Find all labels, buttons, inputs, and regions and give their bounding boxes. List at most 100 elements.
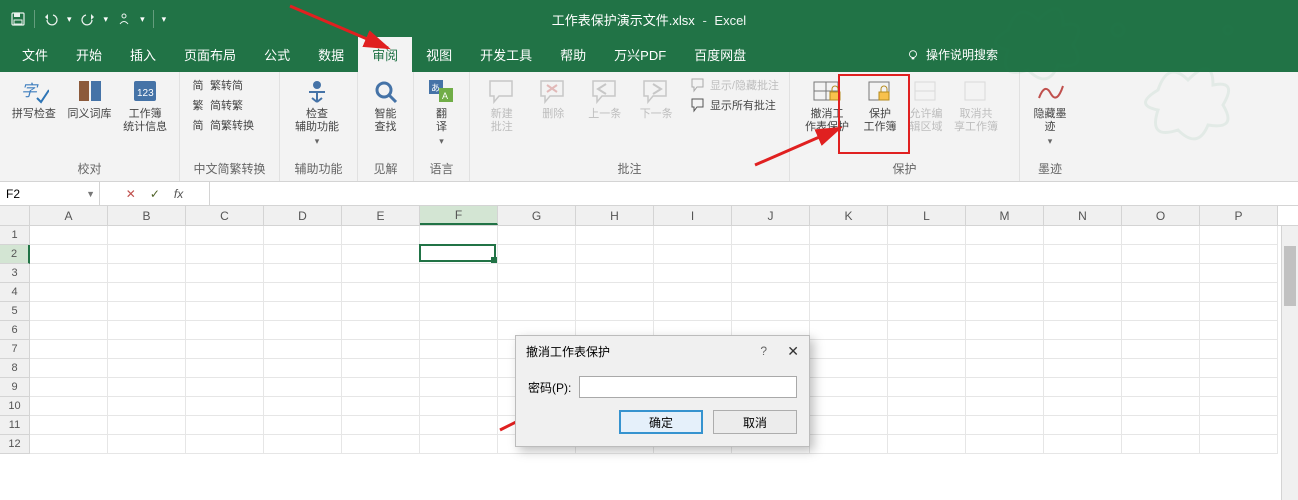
- cell[interactable]: [342, 340, 420, 359]
- cell[interactable]: [1200, 321, 1278, 340]
- cell[interactable]: [1122, 321, 1200, 340]
- cell[interactable]: [108, 340, 186, 359]
- cell[interactable]: [576, 264, 654, 283]
- cell[interactable]: [30, 397, 108, 416]
- undo-icon[interactable]: [43, 11, 59, 27]
- cell[interactable]: [1200, 283, 1278, 302]
- cell[interactable]: [888, 397, 966, 416]
- cell[interactable]: [420, 302, 498, 321]
- row-header[interactable]: 11: [0, 416, 30, 435]
- cell[interactable]: [1122, 245, 1200, 264]
- cell[interactable]: [186, 397, 264, 416]
- cell[interactable]: [576, 302, 654, 321]
- cell[interactable]: [186, 226, 264, 245]
- column-header[interactable]: K: [810, 206, 888, 225]
- cell[interactable]: [732, 226, 810, 245]
- cell[interactable]: [888, 245, 966, 264]
- cell[interactable]: [30, 359, 108, 378]
- cell[interactable]: [576, 283, 654, 302]
- cell[interactable]: [264, 302, 342, 321]
- cell[interactable]: [654, 302, 732, 321]
- cell[interactable]: [498, 245, 576, 264]
- cell[interactable]: [420, 435, 498, 454]
- cell[interactable]: [264, 340, 342, 359]
- cell[interactable]: [1200, 264, 1278, 283]
- cell[interactable]: [1122, 302, 1200, 321]
- touch-mode-icon[interactable]: [116, 11, 132, 27]
- cell[interactable]: [1044, 359, 1122, 378]
- column-header[interactable]: E: [342, 206, 420, 225]
- cell[interactable]: [498, 302, 576, 321]
- cell[interactable]: [1122, 226, 1200, 245]
- cell[interactable]: [810, 416, 888, 435]
- cell[interactable]: [966, 378, 1044, 397]
- cell[interactable]: [342, 283, 420, 302]
- unprotect-sheet-button[interactable]: 撤消工 作表保护: [796, 74, 858, 136]
- cell[interactable]: [420, 359, 498, 378]
- column-header[interactable]: J: [732, 206, 810, 225]
- tab-formulas[interactable]: 公式: [250, 37, 304, 72]
- cell[interactable]: [888, 340, 966, 359]
- cell[interactable]: [1122, 378, 1200, 397]
- name-box[interactable]: F2 ▼: [0, 182, 100, 205]
- cell[interactable]: [1200, 340, 1278, 359]
- cell[interactable]: [342, 264, 420, 283]
- cell[interactable]: [810, 283, 888, 302]
- cell[interactable]: [30, 378, 108, 397]
- cell[interactable]: [30, 283, 108, 302]
- cell[interactable]: [654, 245, 732, 264]
- cell[interactable]: [1200, 302, 1278, 321]
- row-header[interactable]: 5: [0, 302, 30, 321]
- cell[interactable]: [186, 245, 264, 264]
- tab-wxpdf[interactable]: 万兴PDF: [600, 37, 680, 72]
- tab-view[interactable]: 视图: [412, 37, 466, 72]
- cell[interactable]: [732, 245, 810, 264]
- enter-formula-icon[interactable]: ✓: [150, 187, 160, 201]
- row-header[interactable]: 1: [0, 226, 30, 245]
- cell[interactable]: [498, 264, 576, 283]
- row-header[interactable]: 3: [0, 264, 30, 283]
- select-all-corner[interactable]: [0, 206, 30, 225]
- cell[interactable]: [576, 245, 654, 264]
- cancel-formula-icon[interactable]: ✕: [126, 187, 136, 201]
- tab-review[interactable]: 审阅: [358, 37, 412, 72]
- cell[interactable]: [186, 359, 264, 378]
- cell[interactable]: [30, 435, 108, 454]
- cell[interactable]: [732, 302, 810, 321]
- cell[interactable]: [264, 226, 342, 245]
- cell[interactable]: [810, 340, 888, 359]
- column-header[interactable]: F: [420, 206, 498, 225]
- cell[interactable]: [264, 435, 342, 454]
- cell[interactable]: [966, 321, 1044, 340]
- column-header[interactable]: M: [966, 206, 1044, 225]
- cell[interactable]: [420, 226, 498, 245]
- cell[interactable]: [654, 226, 732, 245]
- cancel-button[interactable]: 取消: [713, 410, 797, 434]
- cell[interactable]: [342, 435, 420, 454]
- column-header[interactable]: B: [108, 206, 186, 225]
- cell[interactable]: [342, 359, 420, 378]
- cell[interactable]: [108, 245, 186, 264]
- cell[interactable]: [108, 435, 186, 454]
- ok-button[interactable]: 确定: [619, 410, 703, 434]
- cell[interactable]: [966, 283, 1044, 302]
- cell[interactable]: [108, 397, 186, 416]
- tab-help[interactable]: 帮助: [546, 37, 600, 72]
- cell[interactable]: [1044, 435, 1122, 454]
- row-header[interactable]: 9: [0, 378, 30, 397]
- column-header[interactable]: I: [654, 206, 732, 225]
- cell[interactable]: [108, 226, 186, 245]
- cell[interactable]: [186, 435, 264, 454]
- trad-to-simp-button[interactable]: 简繁转简: [188, 76, 256, 94]
- cell[interactable]: [888, 359, 966, 378]
- cell[interactable]: [108, 283, 186, 302]
- check-accessibility-button[interactable]: 检查 辅助功能 ▾: [286, 74, 348, 149]
- chinese-convert-button[interactable]: 简简繁转换: [188, 116, 256, 134]
- cell[interactable]: [264, 397, 342, 416]
- cell[interactable]: [342, 416, 420, 435]
- cell[interactable]: [30, 321, 108, 340]
- cell[interactable]: [186, 340, 264, 359]
- cell[interactable]: [420, 283, 498, 302]
- cell[interactable]: [498, 283, 576, 302]
- cell[interactable]: [186, 378, 264, 397]
